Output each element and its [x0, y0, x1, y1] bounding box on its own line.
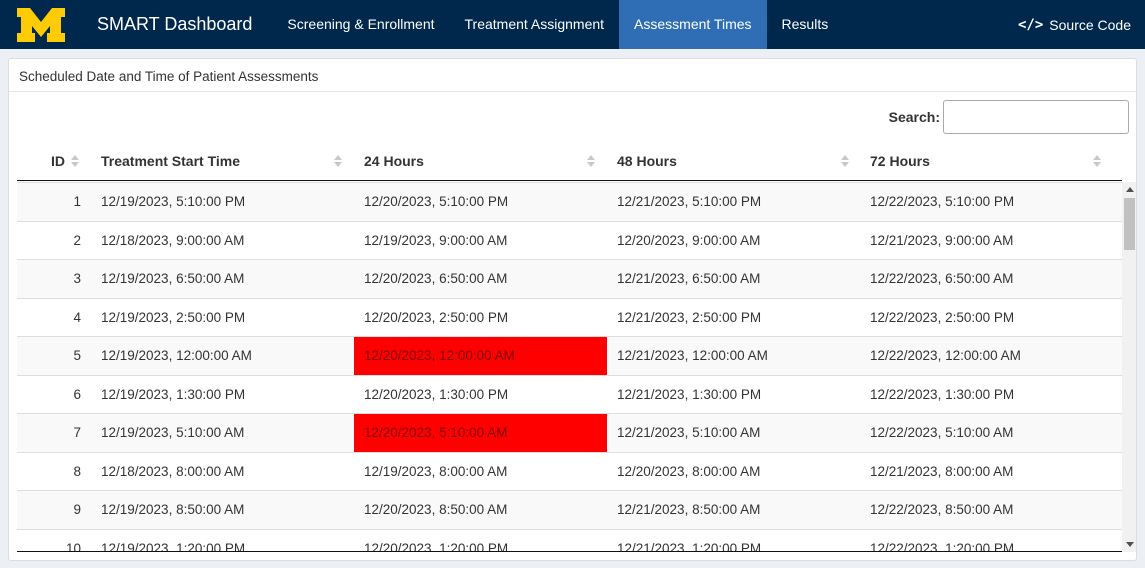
scroll-up-arrow-icon[interactable]	[1126, 187, 1134, 192]
cell-treatment-start: 12/19/2023, 1:20:00 PM	[101, 540, 246, 552]
column-header-id[interactable]: ID	[51, 142, 65, 181]
column-header-24-hours[interactable]: 24 Hours	[364, 142, 424, 181]
cell-id: 5	[73, 348, 81, 363]
cell-48-hours: 12/21/2023, 2:50:00 PM	[617, 309, 762, 325]
tab-treatment-assignment[interactable]: Treatment Assignment	[450, 0, 620, 49]
cell-treatment-start: 12/19/2023, 8:50:00 AM	[101, 502, 245, 517]
cell-24-hours: 12/20/2023, 2:50:00 PM	[364, 309, 509, 325]
table-row[interactable]: 10 12/19/2023, 1:20:00 PM 12/20/2023, 1:…	[17, 528, 1122, 552]
cell-72-hours: 12/22/2023, 5:10:00 PM	[870, 194, 1015, 209]
cell-id: 3	[73, 271, 81, 286]
cell-72-hours: 12/22/2023, 1:20:00 PM	[870, 540, 1015, 552]
column-header-48-hours[interactable]: 48 Hours	[617, 142, 677, 181]
table-row[interactable]: 3 12/19/2023, 6:50:00 AM 12/20/2023, 6:5…	[17, 259, 1122, 298]
cell-72-hours: 12/21/2023, 8:00:00 AM	[870, 463, 1014, 479]
cell-48-hours: 12/21/2023, 5:10:00 PM	[617, 194, 762, 209]
cell-48-hours: 12/21/2023, 8:50:00 AM	[617, 502, 761, 517]
cell-48-hours: 12/20/2023, 9:00:00 AM	[617, 232, 761, 248]
cell-treatment-start: 12/19/2023, 6:50:00 AM	[101, 271, 245, 286]
sort-icon[interactable]	[587, 154, 595, 170]
cell-treatment-start: 12/19/2023, 12:00:00 AM	[101, 348, 252, 363]
sort-icon[interactable]	[841, 154, 849, 170]
column-header-treatment-start-label: Treatment Start Time	[101, 153, 241, 169]
table-row[interactable]: 4 12/19/2023, 2:50:00 PM 12/20/2023, 2:5…	[17, 297, 1122, 336]
code-icon: </>	[1017, 16, 1044, 33]
column-header-48-hours-label: 48 Hours	[617, 153, 677, 169]
cell-treatment-start: 12/18/2023, 8:00:00 AM	[101, 463, 245, 479]
cell-24-hours: 12/19/2023, 9:00:00 AM	[364, 232, 508, 248]
table-row[interactable]: 1 12/19/2023, 5:10:00 PM 12/20/2023, 5:1…	[17, 182, 1122, 221]
cell-id: 6	[73, 386, 81, 402]
cell-24-hours: 12/20/2023, 1:20:00 PM	[364, 540, 509, 552]
assessments-panel: Scheduled Date and Time of Patient Asses…	[8, 58, 1137, 561]
cell-72-hours: 12/22/2023, 5:10:00 AM	[870, 425, 1014, 440]
cell-treatment-start: 12/19/2023, 2:50:00 PM	[101, 309, 246, 325]
source-code-label: Source Code	[1049, 16, 1131, 33]
cell-id: 7	[73, 425, 81, 440]
app-brand[interactable]: SMART Dashboard	[82, 0, 272, 49]
column-header-24-hours-label: 24 Hours	[364, 153, 424, 169]
block-m-icon	[17, 7, 65, 42]
sort-icon[interactable]	[1093, 154, 1101, 170]
search-input[interactable]	[943, 100, 1129, 134]
nav-tabs: Screening & Enrollment Treatment Assignm…	[272, 0, 843, 49]
cell-72-hours: 12/22/2023, 12:00:00 AM	[870, 348, 1021, 363]
scroll-down-arrow-icon[interactable]	[1126, 542, 1134, 547]
cell-treatment-start: 12/19/2023, 1:30:00 PM	[101, 386, 246, 402]
table-row[interactable]: 6 12/19/2023, 1:30:00 PM 12/20/2023, 1:3…	[17, 374, 1122, 413]
table-row[interactable]: 2 12/18/2023, 9:00:00 AM 12/19/2023, 9:0…	[17, 220, 1122, 259]
cell-24-hours-flagged: 12/20/2023, 5:10:00 AM	[354, 414, 607, 452]
cell-24-hours: 12/19/2023, 8:00:00 AM	[364, 463, 508, 479]
column-header-72-hours[interactable]: 72 Hours	[870, 142, 930, 181]
cell-treatment-start: 12/19/2023, 5:10:00 AM	[101, 425, 245, 440]
table-row[interactable]: 5 12/19/2023, 12:00:00 AM 12/20/2023, 12…	[17, 336, 1122, 375]
table-scrollbar[interactable]	[1122, 182, 1136, 552]
cell-72-hours: 12/22/2023, 8:50:00 AM	[870, 502, 1014, 517]
tab-screening-enrollment[interactable]: Screening & Enrollment	[272, 0, 449, 49]
table-row[interactable]: 8 12/18/2023, 8:00:00 AM 12/19/2023, 8:0…	[17, 451, 1122, 490]
top-navbar: SMART Dashboard Screening & Enrollment T…	[0, 0, 1145, 49]
sort-icon[interactable]	[334, 154, 342, 170]
source-code-link[interactable]: </> Source Code	[1018, 0, 1131, 49]
scrollbar-thumb[interactable]	[1124, 198, 1135, 250]
table-row[interactable]: 9 12/19/2023, 8:50:00 AM 12/20/2023, 8:5…	[17, 490, 1122, 529]
cell-24-hours: 12/20/2023, 8:50:00 AM	[364, 502, 508, 517]
cell-id: 1	[73, 194, 81, 209]
tab-results[interactable]: Results	[767, 0, 844, 49]
panel-title: Scheduled Date and Time of Patient Asses…	[9, 59, 1136, 92]
cell-24-hours: 12/20/2023, 1:30:00 PM	[364, 386, 509, 402]
cell-id: 8	[73, 463, 81, 479]
cell-24-hours: 12/20/2023, 6:50:00 AM	[364, 271, 508, 286]
cell-48-hours: 12/20/2023, 8:00:00 AM	[617, 463, 761, 479]
table-body: 1 12/19/2023, 5:10:00 PM 12/20/2023, 5:1…	[17, 182, 1122, 552]
university-logo[interactable]	[0, 0, 82, 49]
table-header: ID Treatment Start Time 24 Hours 48 Hour…	[17, 142, 1122, 181]
cell-48-hours: 12/21/2023, 1:30:00 PM	[617, 386, 762, 402]
cell-24-hours: 12/20/2023, 5:10:00 PM	[364, 194, 509, 209]
search-row: Search:	[889, 100, 1129, 134]
column-header-id-label: ID	[51, 153, 65, 169]
table-row[interactable]: 7 12/19/2023, 5:10:00 AM 12/20/2023, 5:1…	[17, 413, 1122, 452]
cell-72-hours: 12/22/2023, 6:50:00 AM	[870, 271, 1014, 286]
cell-id: 10	[65, 540, 81, 552]
column-header-72-hours-label: 72 Hours	[870, 153, 930, 169]
cell-48-hours: 12/21/2023, 12:00:00 AM	[617, 348, 768, 363]
sort-icon[interactable]	[71, 154, 79, 170]
cell-48-hours: 12/21/2023, 5:10:00 AM	[617, 425, 761, 440]
search-label: Search:	[888, 109, 940, 125]
cell-id: 2	[73, 232, 81, 248]
cell-24-hours-flagged: 12/20/2023, 12:00:00 AM	[354, 337, 607, 375]
tab-assessment-times[interactable]: Assessment Times	[619, 0, 767, 49]
cell-72-hours: 12/22/2023, 2:50:00 PM	[870, 309, 1015, 325]
cell-72-hours: 12/22/2023, 1:30:00 PM	[870, 386, 1015, 402]
column-header-treatment-start[interactable]: Treatment Start Time	[101, 142, 240, 181]
cell-treatment-start: 12/19/2023, 5:10:00 PM	[101, 194, 246, 209]
cell-id: 4	[73, 309, 81, 325]
cell-treatment-start: 12/18/2023, 9:00:00 AM	[101, 232, 245, 248]
cell-48-hours: 12/21/2023, 1:20:00 PM	[617, 540, 762, 552]
cell-72-hours: 12/21/2023, 9:00:00 AM	[870, 232, 1014, 248]
cell-48-hours: 12/21/2023, 6:50:00 AM	[617, 271, 761, 286]
cell-id: 9	[73, 502, 81, 517]
